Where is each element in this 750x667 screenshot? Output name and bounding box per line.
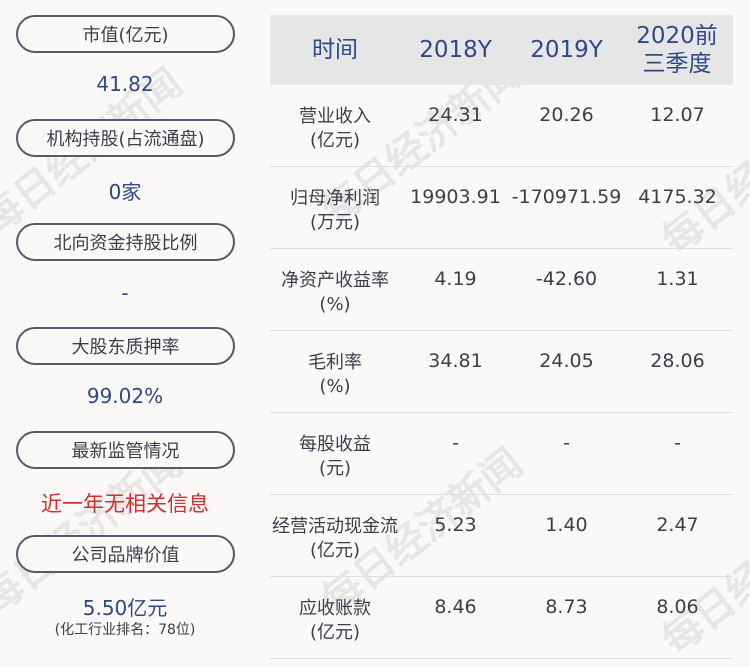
row-label: 净资产收益率 (%) [281,270,389,315]
table-row: 营业收入 (亿元) 24.31 20.26 12.07 [270,85,733,167]
header-2020q3: 2020前三季度 [636,23,718,77]
header-2018: 2018Y [419,37,492,63]
row-value: 1.31 [656,268,699,290]
row-value: -42.60 [535,268,598,290]
row-value: 4175.32 [638,186,717,208]
table-row: 经营活动现金流 (亿元) 5.23 1.40 2.47 [270,495,733,577]
row-label: 经营活动现金流 (亿元) [272,516,398,561]
row-label: 每股收益 (元) [299,434,371,479]
stock-summary-panel: 市值(亿元) 41.82 机构持股(占流通盘) 0家 北向资金持股比例 - 大股… [0,0,250,667]
regulation-label: 最新监管情况 [16,431,235,469]
header-time: 时间 [312,37,358,63]
row-value: 19903.91 [410,186,501,208]
pledge-ratio-value: 99.02% [86,384,164,408]
row-value: 1.40 [545,514,588,536]
northbound-ratio-value: - [121,281,129,305]
market-cap-value: 41.82 [96,72,154,96]
institution-holding-value: 0家 [108,180,142,204]
row-value: 24.05 [539,350,594,372]
table-row: 应收账款 (亿元) 8.46 8.73 8.06 [270,577,733,659]
brand-rank: (化工行业排名：78位) [54,622,196,638]
row-value: 2.47 [656,514,699,536]
header-2019: 2019Y [530,37,603,63]
brand-value: 5.50亿元 [82,596,168,620]
row-label: 营业收入 (亿元) [299,106,371,151]
row-label: 应收账款 (亿元) [299,598,371,643]
row-value: - [674,432,681,454]
pledge-ratio-label: 大股东质押率 [16,327,235,365]
row-value: 8.06 [656,596,699,618]
financial-table: 时间 2018Y 2019Y 2020前三季度 营业收入 (亿元) 24.31 20… [270,15,733,659]
row-value: 24.31 [428,104,483,126]
row-value: - [452,432,459,454]
row-value: 4.19 [434,268,477,290]
table-row: 每股收益 (元) - - - [270,413,733,495]
row-label: 归母净利润 (万元) [290,188,380,233]
row-value: 28.06 [650,350,705,372]
table-header: 时间 2018Y 2019Y 2020前三季度 [270,15,733,85]
brand-value-label: 公司品牌价值 [16,535,235,573]
row-value: -170971.59 [511,186,622,208]
market-cap-label: 市值(亿元) [16,15,235,53]
row-value: 8.73 [545,596,588,618]
row-value: 34.81 [428,350,483,372]
row-value: 12.07 [650,104,705,126]
row-value: 20.26 [539,104,594,126]
table-row: 毛利率 (%) 34.81 24.05 28.06 [270,331,733,413]
row-value: - [563,432,570,454]
table-row: 归母净利润 (万元) 19903.91 -170971.59 4175.32 [270,167,733,249]
table-row: 净资产收益率 (%) 4.19 -42.60 1.31 [270,249,733,331]
row-value: 8.46 [434,596,477,618]
institution-holding-label: 机构持股(占流通盘) [16,119,235,157]
northbound-ratio-label: 北向资金持股比例 [16,223,235,261]
row-value: 5.23 [434,514,477,536]
row-label: 毛利率 (%) [308,352,362,397]
regulation-value: 近一年无相关信息 [41,492,209,516]
